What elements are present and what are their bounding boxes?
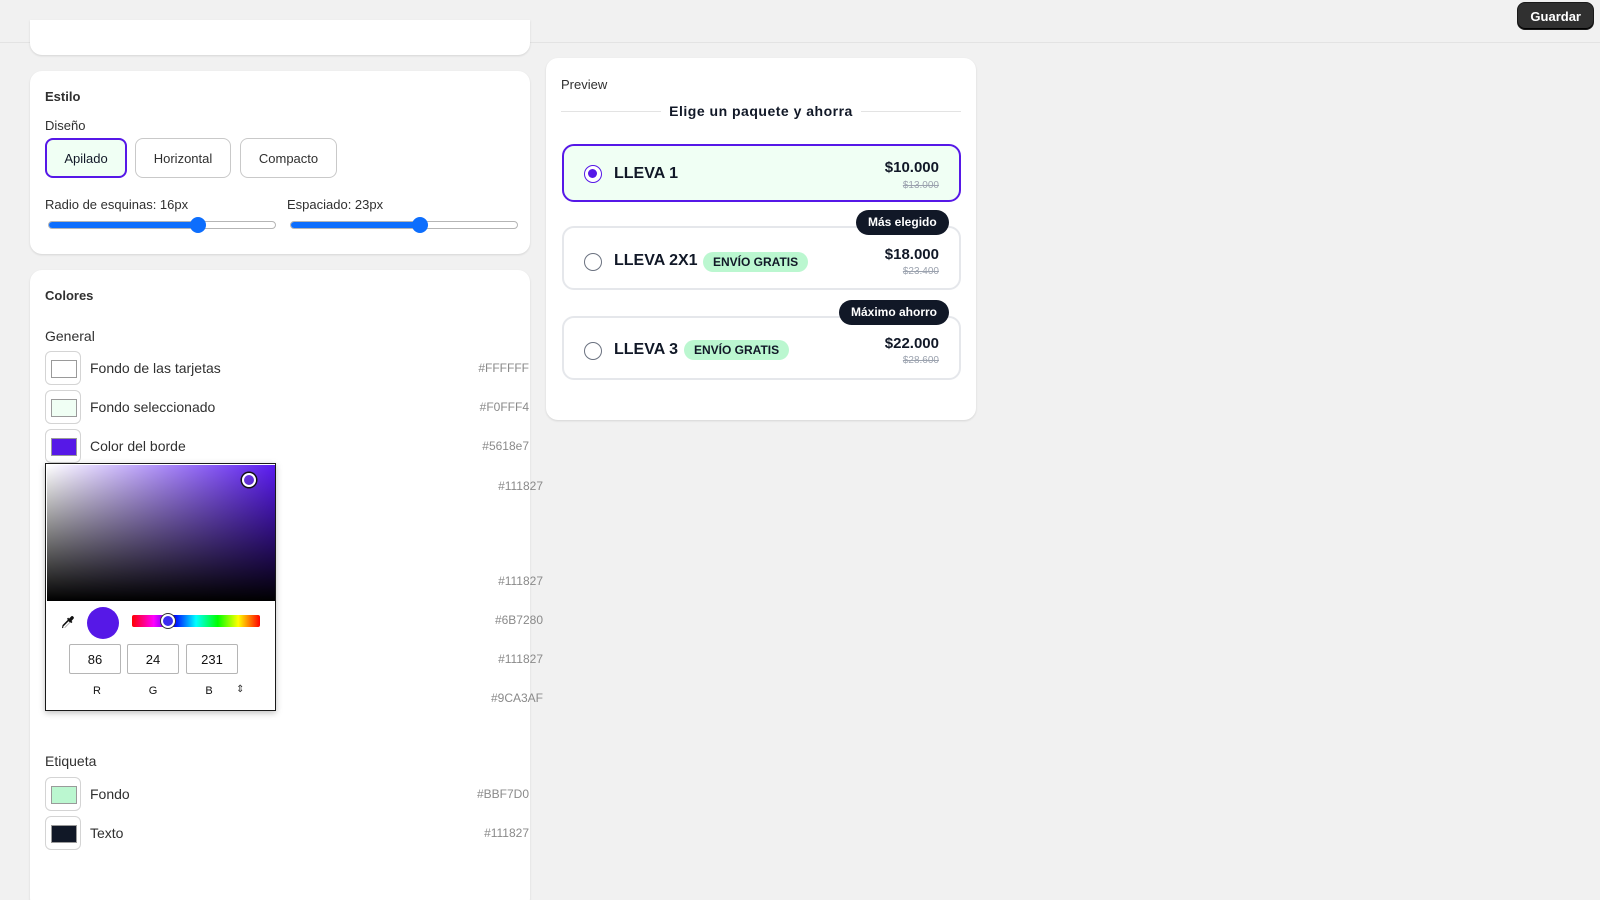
bundle-option-2[interactable]: LLEVA 2X1 ENVÍO GRATIS $18.000 $23.400 — [562, 226, 961, 290]
color-swatch[interactable] — [45, 777, 81, 811]
bundle-old-price: $28.600 — [902, 355, 939, 366]
bundle-old-price: $23.400 — [902, 266, 939, 277]
color-name: Fondo — [90, 786, 130, 802]
max-savings-badge: Máximo ahorro — [839, 300, 950, 325]
bundle-title: LLEVA 1 — [614, 165, 679, 182]
color-row-card-background[interactable]: Fondo de las tarjetas #FFFFFF — [45, 351, 529, 385]
color-name: Texto — [90, 825, 124, 841]
radio-unselected[interactable] — [584, 342, 602, 360]
green-label: G — [148, 685, 158, 697]
spacing-slider-fill — [291, 222, 420, 228]
color-hex: #111827 — [498, 479, 543, 493]
radius-slider-thumb[interactable] — [190, 217, 207, 233]
color-swatch[interactable] — [45, 351, 81, 385]
spacing-slider-thumb[interactable] — [411, 217, 428, 233]
design-label: Diseño — [45, 118, 86, 133]
swatch-color — [51, 786, 77, 804]
eyedropper-icon[interactable] — [59, 614, 77, 632]
red-input[interactable] — [69, 644, 121, 674]
color-hex: #111827 — [484, 826, 529, 840]
color-hex: #111827 — [498, 574, 543, 588]
color-picker: R G B ⇕ — [45, 463, 276, 711]
blue-label: B — [205, 685, 213, 697]
bundle-option-3[interactable]: LLEVA 3 ENVÍO GRATIS $22.000 $28.600 — [562, 316, 961, 380]
swatch-color — [51, 438, 77, 456]
radio-selected[interactable] — [584, 165, 602, 183]
layout-button-stacked[interactable]: Apilado — [45, 138, 127, 178]
preview-card: Preview Elige un paquete y ahorra LLEVA … — [546, 58, 976, 420]
color-row-selected-background[interactable]: Fondo seleccionado #F0FFF4 — [45, 390, 529, 424]
preview-title: Preview — [561, 77, 608, 92]
color-hex: #9CA3AF — [490, 691, 543, 705]
bundle-price: $22.000 — [884, 335, 939, 352]
radius-slider[interactable] — [48, 217, 276, 233]
bundle-option-1[interactable]: LLEVA 1 $10.000 $13.000 — [562, 144, 961, 202]
color-preview-swatch — [87, 607, 119, 639]
layout-button-compact[interactable]: Compacto — [240, 138, 337, 178]
preview-heading: Elige un paquete y ahorra — [669, 103, 853, 119]
color-row-tag-background[interactable]: Fondo #BBF7D0 — [45, 777, 529, 811]
swatch-color — [51, 360, 77, 378]
save-button[interactable]: Guardar — [1517, 2, 1594, 30]
previous-card — [30, 20, 530, 55]
bundle-title: LLEVA 2X1 — [614, 252, 698, 269]
colors-card-title: Colores — [45, 288, 94, 303]
color-name: Fondo de las tarjetas — [90, 360, 221, 376]
tag-section-label: Etiqueta — [45, 753, 97, 769]
most-chosen-badge: Más elegido — [856, 210, 949, 235]
bundle-price: $10.000 — [884, 159, 939, 176]
bundle-old-price: $13.000 — [902, 180, 939, 191]
color-row-tag-text[interactable]: Texto #111827 — [45, 816, 529, 850]
radius-slider-fill — [49, 222, 199, 228]
color-mode-toggle-icon[interactable]: ⇕ — [236, 684, 244, 695]
color-swatch[interactable] — [45, 429, 81, 463]
saturation-handle[interactable] — [242, 473, 256, 487]
free-shipping-tag: ENVÍO GRATIS — [684, 340, 790, 360]
general-section-label: General — [45, 328, 95, 344]
spacing-slider[interactable] — [290, 217, 518, 233]
green-input[interactable] — [127, 644, 179, 674]
radius-label: Radio de esquinas: 16px — [45, 197, 189, 212]
color-name: Color del borde — [90, 438, 186, 454]
swatch-color — [51, 825, 77, 843]
saturation-area[interactable] — [47, 465, 275, 601]
free-shipping-tag: ENVÍO GRATIS — [703, 252, 809, 272]
color-name: Fondo seleccionado — [90, 399, 216, 415]
color-hex: #BBF7D0 — [476, 787, 529, 801]
color-hex: #111827 — [498, 652, 543, 666]
color-hex: #5618e7 — [482, 439, 529, 453]
color-hex: #6B7280 — [494, 613, 543, 627]
style-card-title: Estilo — [45, 89, 81, 104]
bundle-title: LLEVA 3 — [614, 341, 679, 358]
color-hex: #F0FFF4 — [479, 400, 529, 414]
spacing-label: Espaciado: 23px — [287, 197, 384, 212]
color-swatch[interactable] — [45, 816, 81, 850]
blue-input[interactable] — [186, 644, 238, 674]
layout-button-horizontal[interactable]: Horizontal — [135, 138, 231, 178]
color-hex: #FFFFFF — [478, 361, 529, 375]
color-row-border-color[interactable]: Color del borde #5618e7 — [45, 429, 529, 463]
bundle-price: $18.000 — [884, 246, 939, 263]
hue-slider[interactable] — [132, 614, 260, 628]
swatch-color — [51, 399, 77, 417]
style-card: Estilo Diseño Apilado Horizontal Compact… — [30, 71, 530, 254]
hue-slider-thumb[interactable] — [161, 614, 175, 628]
color-swatch[interactable] — [45, 390, 81, 424]
radio-unselected[interactable] — [584, 253, 602, 271]
red-label: R — [93, 685, 101, 697]
